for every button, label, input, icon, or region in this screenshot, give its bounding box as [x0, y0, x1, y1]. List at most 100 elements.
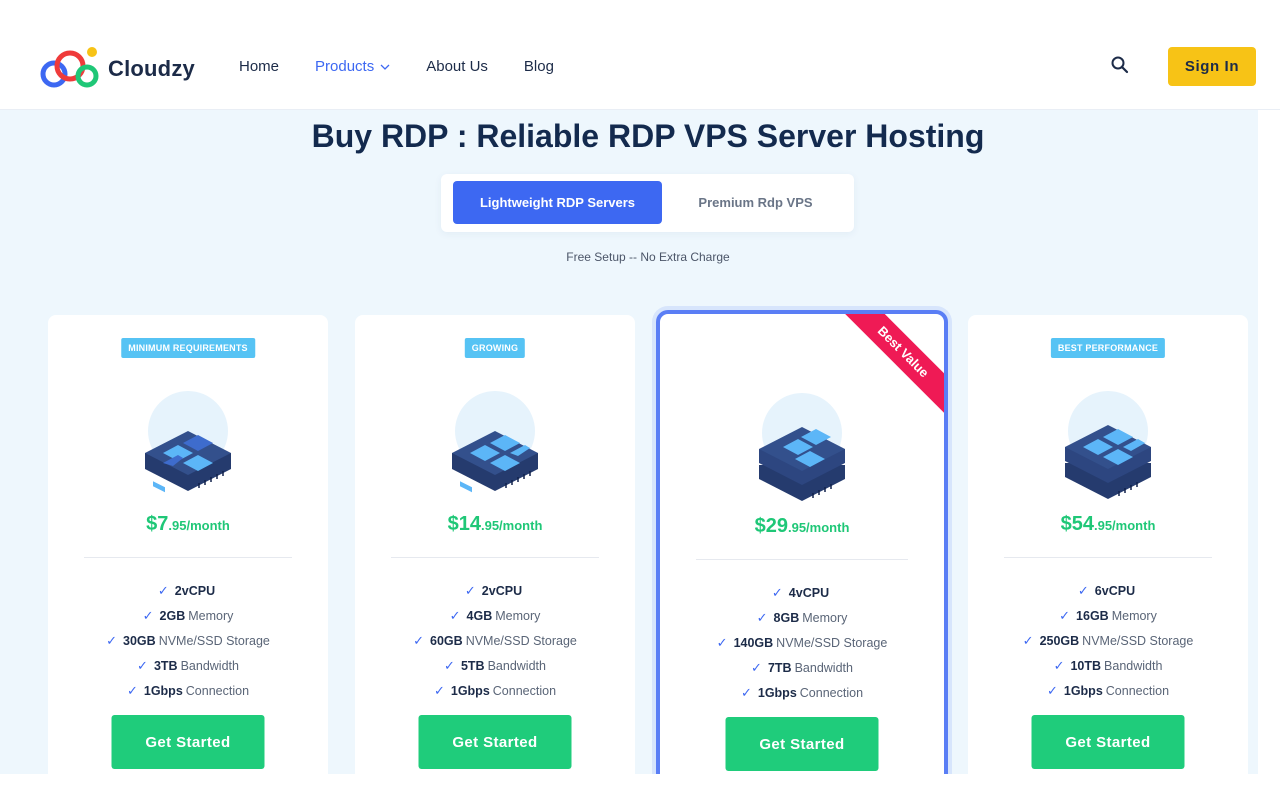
feature-connection: ✓ 1Gbps Connection: [48, 678, 328, 703]
feature-label: NVMe/SSD Storage: [1082, 633, 1194, 648]
page-title: Buy RDP : Reliable RDP VPS Server Hostin…: [311, 118, 985, 154]
check-icon: ✓: [449, 607, 461, 623]
feature-bandwidth: ✓ 3TB Bandwidth: [48, 653, 328, 678]
brand-name[interactable]: Cloudzy: [108, 56, 195, 82]
check-icon: ✓: [142, 607, 154, 623]
server-icon: [145, 391, 231, 493]
check-icon: ✓: [1046, 682, 1058, 698]
feature-label: Memory: [1111, 608, 1157, 623]
check-icon: ✓: [716, 634, 728, 650]
plan-price: $54.95/month: [968, 513, 1248, 536]
main-nav: Home Products About Us Blog: [239, 58, 554, 75]
check-icon: ✓: [740, 684, 752, 700]
check-icon: ✓: [157, 582, 169, 598]
plan-type-tabs: Lightweight RDP Servers Premium Rdp VPS: [441, 174, 854, 232]
feature-value: 3TB: [153, 658, 178, 673]
feature-bandwidth: ✓ 5TB Bandwidth: [355, 653, 635, 678]
feature-list: ✓ 4vCPU ✓ 8GB Memory ✓ 140GB NVMe/SSD Storage…: [660, 580, 944, 705]
sign-in-button[interactable]: Sign In: [1168, 47, 1256, 86]
check-icon: ✓: [756, 609, 768, 625]
check-icon: ✓: [1077, 582, 1089, 598]
feature-label: Connection: [492, 683, 557, 698]
feature-label: Memory: [188, 608, 234, 623]
feature-value: 7TB: [767, 660, 792, 675]
price-dollars: $54: [1060, 513, 1094, 535]
plan-badge: GROWING: [464, 338, 526, 358]
feature-value: 140GB: [733, 635, 774, 650]
feature-label: Bandwidth: [180, 658, 239, 673]
plan-price: $7.95/month: [48, 513, 328, 536]
get-started-button[interactable]: Get Started: [418, 715, 572, 769]
feature-label: Bandwidth: [1104, 658, 1163, 673]
plan-card-featured: Best Value $29.95/month ✓ 4vCPU ✓ 8GB Memor…: [656, 310, 948, 774]
plan-card: GROWING $14.95/month ✓ 2vCPU ✓ 4GB Memory ✓…: [355, 315, 635, 774]
feature-bandwidth: ✓ 7TB Bandwidth: [660, 655, 944, 680]
nav-home[interactable]: Home: [239, 58, 279, 75]
feature-value: 2vCPU: [481, 583, 523, 598]
feature-connection: ✓ 1Gbps Connection: [355, 678, 635, 703]
divider: [391, 557, 599, 558]
divider: [1004, 557, 1212, 558]
plan-card: BEST PERFORMANCE $54.95/month ✓ 6vCPU ✓ 16…: [968, 315, 1248, 774]
plan-badge: MINIMUM REQUIREMENTS: [121, 338, 255, 358]
chevron-down-icon: [380, 64, 390, 70]
feature-list: ✓ 2vCPU ✓ 2GB Memory ✓ 30GB NVMe/SSD Storage …: [48, 578, 328, 703]
divider: [696, 559, 908, 560]
nav-about-us[interactable]: About Us: [426, 58, 488, 75]
feature-label: Bandwidth: [794, 660, 853, 675]
nav-products-label: Products: [315, 58, 375, 75]
check-icon: ✓: [433, 682, 445, 698]
plan-price: $14.95/month: [355, 513, 635, 536]
feature-storage: ✓ 250GB NVMe/SSD Storage: [968, 628, 1248, 653]
plan-price: $29.95/month: [660, 515, 944, 538]
nav-blog[interactable]: Blog: [524, 58, 554, 75]
nav-blog-label: Blog: [523, 58, 554, 75]
server-icon: [452, 391, 538, 493]
feature-label: Memory: [802, 610, 848, 625]
feature-value: 4GB: [466, 608, 493, 623]
site-header: Cloudzy Home Products About Us Blog Sign…: [0, 0, 1280, 110]
feature-list: ✓ 6vCPU ✓ 16GB Memory ✓ 250GB NVMe/SSD Storag…: [968, 578, 1248, 703]
feature-value: 10TB: [1070, 658, 1102, 673]
feature-connection: ✓ 1Gbps Connection: [968, 678, 1248, 703]
page-bottom-strip: [0, 774, 1280, 808]
check-icon: ✓: [1053, 657, 1065, 673]
check-icon: ✓: [126, 682, 138, 698]
check-icon: ✓: [751, 659, 762, 675]
check-icon: ✓: [1022, 632, 1034, 648]
feature-storage: ✓ 140GB NVMe/SSD Storage: [660, 630, 944, 655]
feature-value: 1Gbps: [450, 683, 490, 698]
feature-bandwidth: ✓ 10TB Bandwidth: [968, 653, 1248, 678]
feature-value: 6vCPU: [1094, 583, 1136, 598]
feature-cpu: ✓ 2vCPU: [355, 578, 635, 603]
feature-storage: ✓ 30GB NVMe/SSD Storage: [48, 628, 328, 653]
search-icon[interactable]: [1110, 55, 1130, 75]
feature-value: 2vCPU: [174, 583, 216, 598]
server-icon: [1065, 391, 1151, 499]
check-icon: ✓: [444, 657, 455, 673]
price-cents-period: .95/month: [1093, 518, 1156, 533]
cloudzy-logo-icon[interactable]: [38, 44, 108, 90]
price-cents-period: .95/month: [787, 520, 850, 535]
price-dollars: $29: [754, 515, 788, 537]
feature-value: 1Gbps: [1063, 683, 1103, 698]
check-icon: ✓: [1059, 607, 1071, 623]
get-started-button[interactable]: Get Started: [1031, 715, 1185, 769]
feature-value: 250GB: [1039, 633, 1080, 648]
feature-value: 60GB: [430, 633, 463, 648]
feature-cpu: ✓ 6vCPU: [968, 578, 1248, 603]
feature-value: 5TB: [460, 658, 485, 673]
check-icon: ✓: [137, 657, 148, 673]
free-setup-note: Free Setup -- No Extra Charge: [566, 250, 730, 264]
feature-cpu: ✓ 4vCPU: [660, 580, 944, 605]
price-dollars: $7: [146, 513, 169, 535]
check-icon: ✓: [464, 582, 476, 598]
nav-products[interactable]: Products: [315, 58, 390, 75]
tab-lightweight-rdp[interactable]: Lightweight RDP Servers: [453, 181, 662, 224]
feature-label: Connection: [185, 683, 250, 698]
get-started-button[interactable]: Get Started: [111, 715, 265, 769]
tab-premium-rdp[interactable]: Premium Rdp VPS: [663, 181, 848, 224]
get-started-button[interactable]: Get Started: [725, 717, 879, 771]
nav-about-label: About Us: [426, 58, 488, 75]
feature-label: Bandwidth: [487, 658, 546, 673]
